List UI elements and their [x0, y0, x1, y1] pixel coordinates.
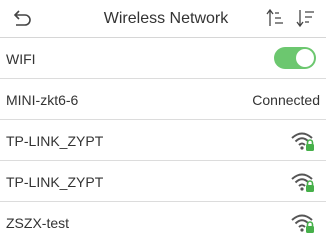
network-ssid: ZSZX-test	[6, 215, 70, 231]
wifi-label: WIFI	[6, 51, 36, 67]
network-row[interactable]: TP-LINK_ZYPT	[0, 120, 326, 161]
sort-descending-icon[interactable]	[296, 8, 316, 28]
wifi-locked-icon	[291, 214, 314, 233]
network-row-connected[interactable]: MINI-zkt6-6 Connected	[0, 79, 326, 120]
wifi-locked-icon	[291, 132, 314, 151]
network-row[interactable]: ZSZX-test	[0, 202, 326, 246]
wifi-toggle-switch[interactable]	[274, 47, 316, 69]
connection-status: Connected	[252, 92, 320, 108]
wireless-network-screen: Wireless Network WIFI MINI-zkt6-6 Connec…	[0, 0, 326, 246]
wifi-toggle-row: WIFI	[0, 38, 326, 79]
network-ssid: TP-LINK_ZYPT	[6, 174, 104, 190]
toggle-knob	[296, 49, 314, 67]
wifi-locked-icon	[291, 173, 314, 192]
header-bar: Wireless Network	[0, 0, 326, 38]
network-ssid: TP-LINK_ZYPT	[6, 133, 104, 149]
network-ssid: MINI-zkt6-6	[6, 92, 79, 108]
network-row[interactable]: TP-LINK_ZYPT	[0, 161, 326, 202]
sort-ascending-icon[interactable]	[266, 8, 284, 28]
